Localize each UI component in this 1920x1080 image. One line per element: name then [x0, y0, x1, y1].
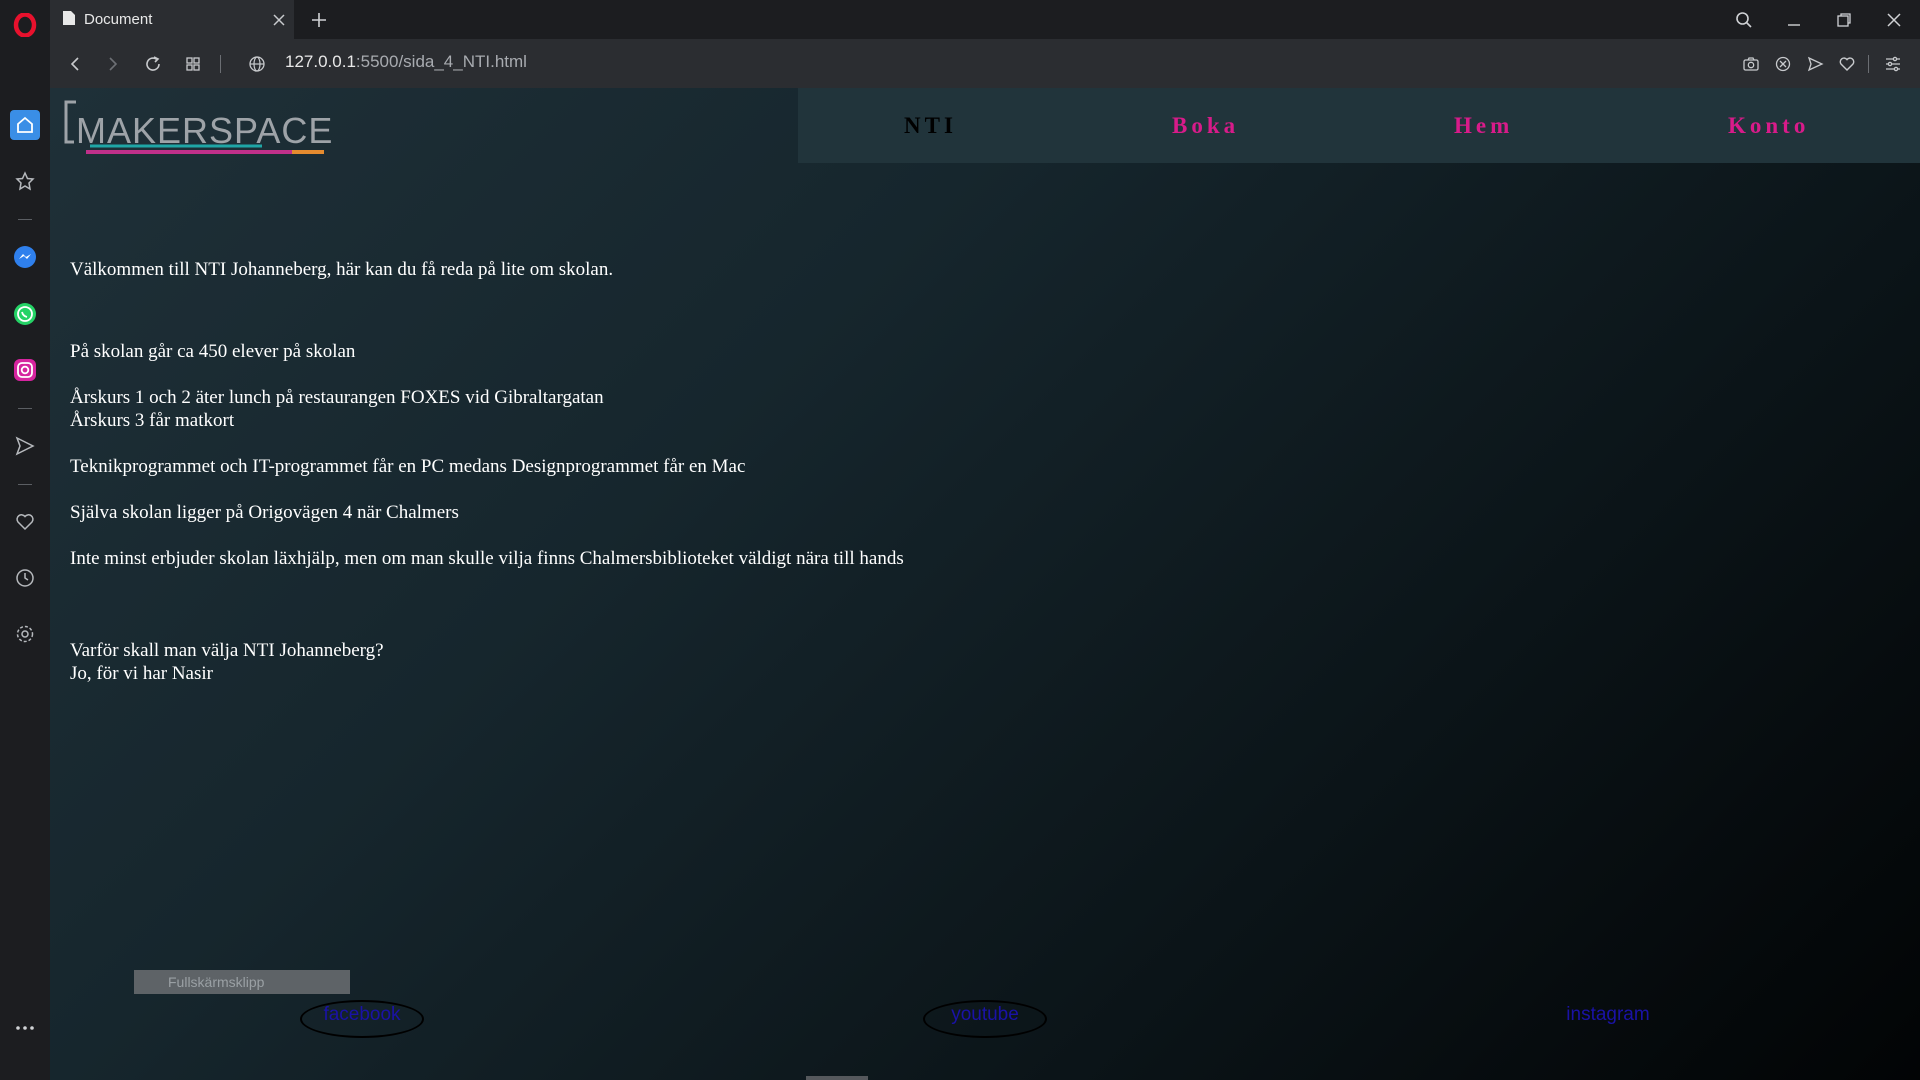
tab-document[interactable]: Document	[50, 0, 294, 39]
send-icon[interactable]	[10, 431, 40, 461]
tab-title: Document	[84, 11, 153, 28]
url-host: 127.0.0.1	[285, 52, 356, 71]
settings-icon[interactable]	[10, 619, 40, 649]
nav-nti[interactable]: NTI	[904, 88, 957, 163]
info-line: På skolan går ca 450 elever på skolan	[70, 341, 356, 362]
sidebar-divider	[18, 484, 32, 485]
search-icon[interactable]	[1720, 0, 1768, 39]
instagram-link[interactable]: instagram	[1546, 1000, 1670, 1038]
new-tab-button[interactable]	[304, 5, 334, 35]
facebook-link[interactable]: facebook	[300, 1000, 424, 1038]
back-icon[interactable]	[60, 49, 90, 79]
toolbar-divider	[1868, 55, 1869, 73]
info-line: Själva skolan ligger på Origovägen 4 när…	[70, 502, 459, 523]
restore-button[interactable]	[1820, 0, 1868, 39]
home-icon[interactable]	[10, 110, 40, 140]
reload-icon[interactable]	[138, 49, 168, 79]
info-line: Årskurs 3 får matkort	[70, 410, 235, 431]
browser-sidebar	[0, 0, 50, 1080]
tooltip: Fullskärmsklipp	[134, 970, 350, 994]
nav-konto[interactable]: Konto	[1728, 88, 1809, 163]
main-nav: NTI Boka Hem Konto	[798, 88, 1920, 163]
heart-icon[interactable]	[10, 507, 40, 537]
send-icon[interactable]	[1800, 49, 1830, 79]
bookmarks-icon[interactable]	[10, 166, 40, 196]
adblock-icon[interactable]	[1768, 49, 1798, 79]
document-icon	[62, 10, 76, 30]
page-viewport: MAKERSPACE NTI Boka Hem Konto Välkommen …	[50, 88, 1920, 1080]
intro-text: Välkommen till NTI Johanneberg, här kan …	[70, 259, 614, 280]
nav-boka[interactable]: Boka	[1172, 88, 1239, 163]
opera-logo-icon[interactable]	[10, 10, 40, 40]
address-toolbar: 127.0.0.1:5500/sida_4_NTI.html	[50, 39, 1920, 88]
url-path: :5500/sida_4_NTI.html	[355, 52, 527, 71]
sidebar-divider	[18, 408, 32, 409]
more-icon[interactable]	[10, 1013, 40, 1043]
scrollbar-thumb[interactable]	[806, 1076, 868, 1080]
history-icon[interactable]	[10, 563, 40, 593]
logo-text: MAKERSPACE	[76, 110, 334, 151]
question-text: Varför skall man välja NTI Johanneberg?	[70, 640, 384, 661]
easy-setup-icon[interactable]	[1878, 49, 1908, 79]
toolbar-divider	[220, 55, 221, 73]
close-icon[interactable]	[264, 5, 294, 35]
info-line: Inte minst erbjuder skolan läxhjälp, men…	[70, 548, 904, 569]
nav-hem[interactable]: Hem	[1454, 88, 1513, 163]
close-window-button[interactable]	[1870, 0, 1918, 39]
info-line: Årskurs 1 och 2 äter lunch på restaurang…	[70, 387, 604, 408]
minimize-button[interactable]	[1770, 0, 1818, 39]
whatsapp-icon[interactable]	[10, 299, 40, 329]
makerspace-logo[interactable]: MAKERSPACE	[62, 100, 332, 164]
globe-icon[interactable]	[242, 49, 272, 79]
tab-strip: Document	[50, 0, 1920, 39]
answer-text: Jo, för vi har Nasir	[70, 663, 213, 684]
address-bar[interactable]: 127.0.0.1:5500/sida_4_NTI.html	[285, 52, 527, 76]
instagram-icon[interactable]	[10, 355, 40, 385]
tab-grid-icon[interactable]	[178, 49, 208, 79]
sidebar-divider	[18, 219, 32, 220]
forward-icon[interactable]	[98, 49, 128, 79]
youtube-link[interactable]: youtube	[923, 1000, 1047, 1038]
heart-icon[interactable]	[1832, 49, 1862, 79]
messenger-icon[interactable]	[10, 242, 40, 272]
info-line: Teknikprogrammet och IT-programmet får e…	[70, 456, 746, 477]
camera-icon[interactable]	[1736, 49, 1766, 79]
